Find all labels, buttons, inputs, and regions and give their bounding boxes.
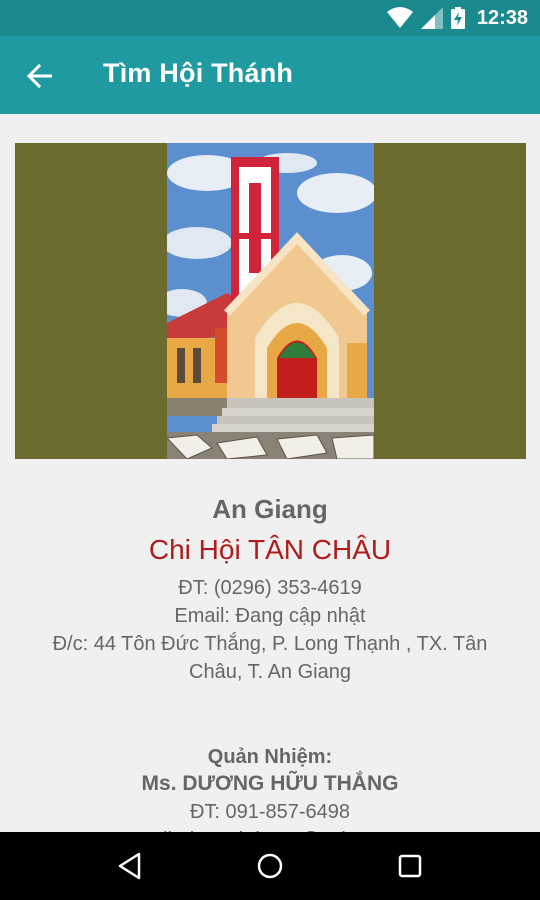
wifi-icon	[386, 7, 413, 28]
circle-home-icon	[257, 853, 283, 879]
church-address: Đ/c: 44 Tôn Đức Thắng, P. Long Thạnh , T…	[52, 633, 488, 683]
system-nav-bar	[0, 832, 540, 900]
square-recents-icon	[398, 854, 422, 878]
church-email: Email: Đang cập nhật	[174, 605, 366, 627]
signal-icon	[420, 7, 443, 29]
church-image	[167, 143, 374, 459]
church-phone[interactable]: ĐT: (0296) 353-4619	[0, 574, 540, 602]
nav-home-button[interactable]	[240, 836, 300, 896]
province-label: An Giang	[212, 494, 328, 524]
pastor-phone[interactable]: ĐT: 091-857-6498	[0, 798, 540, 826]
triangle-back-icon	[118, 852, 141, 880]
church-name: Chi Hội TÂN CHÂU	[148, 534, 392, 565]
app-bar: Tìm Hội Thánh	[0, 36, 540, 114]
nav-recents-button[interactable]	[380, 836, 440, 896]
church-photo	[15, 143, 526, 459]
nav-back-button[interactable]	[100, 836, 160, 896]
status-bar: 12:38	[0, 0, 540, 36]
status-clock: 12:38	[476, 6, 528, 29]
status-icons: 12:38	[386, 6, 528, 30]
back-button[interactable]	[22, 58, 58, 94]
battery-charging-icon	[450, 7, 465, 29]
church-info: An Giang Chi Hội TÂN CHÂU ĐT: (0296) 353…	[0, 486, 540, 854]
arrow-back-icon	[27, 64, 52, 88]
pastor-name: Ms. DƯƠNG HỮU THẮNG	[141, 772, 399, 795]
page-title: Tìm Hội Thánh	[103, 58, 294, 88]
pastor-label: Quản Nhiệm:	[207, 746, 333, 768]
